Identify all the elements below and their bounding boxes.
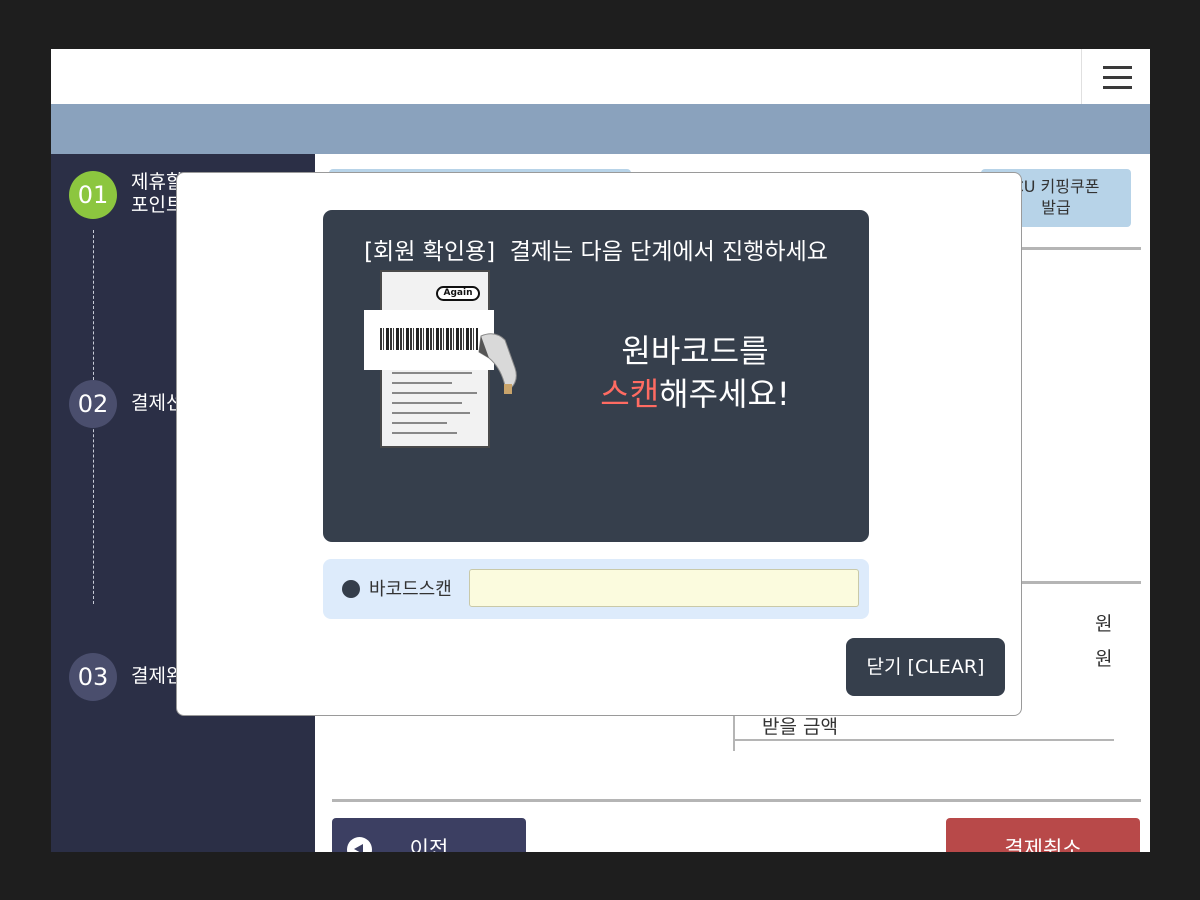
step-number-badge: 02 [69,380,117,428]
scan-message: 원바코드를 스캔해주세요! [585,330,805,416]
hamburger-menu-icon[interactable] [1081,49,1150,104]
dialog-title: [회원 확인용] 결제는 다음 단계에서 진행하세요 [364,239,828,265]
barcode-scanner-icon [478,333,517,394]
barcode-input[interactable] [469,569,859,607]
again-logo: Again [436,286,480,301]
scan-message-line2: 스캔해주세요! [585,373,805,416]
header-band [51,104,1150,154]
bullet-dot-icon [342,580,360,598]
barcode-scan-dialog: [회원 확인용] 결제는 다음 단계에서 진행하세요 Again 원바코드를 스… [176,172,1022,716]
barcode-icon [380,328,478,350]
receipt-line [392,382,452,384]
prev-button[interactable]: 이전 [332,818,526,852]
scan-accent-text: 스캔 [600,375,660,413]
step-connector [93,230,94,380]
receipt-line [392,422,447,424]
barcode-scan-row: 바코드스캔 [323,559,869,619]
receipt-line [392,432,457,434]
receive-amount-label: 받을 금액 [762,716,838,738]
receipt-line [392,392,477,394]
prev-button-label: 이전 [409,837,449,852]
top-bar [51,49,1150,104]
divider [735,739,1114,741]
scan-message-line1: 원바코드를 [621,332,769,370]
divider [332,799,1141,802]
menu-bar [1103,66,1132,69]
receipt-line [392,372,472,374]
receipt-line [392,412,470,414]
menu-bar [1103,86,1132,89]
scan-message-rest: 해주세요! [659,375,790,413]
won-unit: 원 [1095,648,1113,670]
won-unit: 원 [1095,613,1113,635]
menu-bar [1103,76,1132,79]
barcode-scan-label: 바코드스캔 [369,579,452,600]
receipt-line [392,402,462,404]
step-number-badge: 01 [69,171,117,219]
close-clear-button[interactable]: 닫기 [CLEAR] [846,638,1005,696]
scan-instruction-panel: [회원 확인용] 결제는 다음 단계에서 진행하세요 Again 원바코드를 스… [323,210,869,542]
step-connector [93,404,94,604]
step-number-badge: 03 [69,653,117,701]
back-arrow-icon [347,837,372,852]
cancel-payment-button[interactable]: 결제취소 [946,818,1140,852]
